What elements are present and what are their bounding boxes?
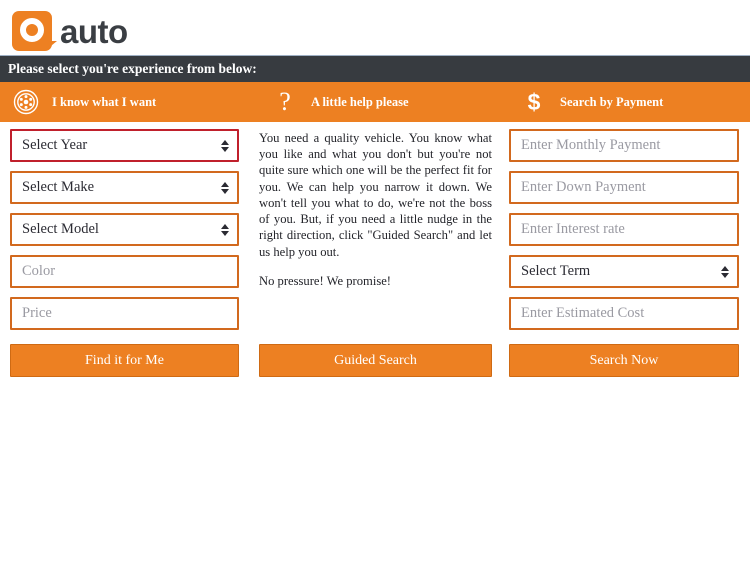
select-make[interactable]: Select Make [10,171,239,204]
nav-label-i-know-what-i-want: I know what I want [52,94,157,109]
find-it-for-me-button[interactable]: Find it for Me [10,344,239,377]
nav-label-search-by-payment: Search by Payment [560,94,664,109]
monthly-payment-placeholder: Enter Monthly Payment [521,137,661,153]
select-model[interactable]: Select Model [10,213,239,246]
price-input[interactable]: Price [10,297,239,330]
column-a-little-help-please: You need a quality vehicle. You know wha… [250,129,500,339]
guided-search-button[interactable]: Guided Search [259,344,492,377]
stepper-arrows-icon [221,139,229,152]
estimated-cost-placeholder: Enter Estimated Cost [521,305,645,321]
experience-nav-bar: I know what I want ? A little help pleas… [0,82,750,122]
select-make-value: Select Make [22,179,95,195]
logo-header: auto [0,0,750,55]
button-cell-middle: Guided Search [250,344,500,377]
search-now-button[interactable]: Search Now [509,344,739,377]
interest-rate-input[interactable]: Enter Interest rate [509,213,739,246]
column-i-know-what-i-want: Select Year Select Make Select Model Col… [0,129,250,339]
down-payment-input[interactable]: Enter Down Payment [509,171,739,204]
brand-wordmark: auto [60,12,128,50]
stepper-arrows-icon [721,265,729,278]
estimated-cost-input[interactable]: Enter Estimated Cost [509,297,739,330]
select-model-value: Select Model [22,221,99,237]
nav-item-i-know-what-i-want[interactable]: I know what I want [0,82,259,122]
select-term[interactable]: Select Term [509,255,739,288]
stepper-arrows-icon [221,181,229,194]
help-copy: You need a quality vehicle. You know wha… [259,129,492,289]
q-mark-icon [12,11,57,51]
action-button-row: Find it for Me Guided Search Search Now [0,339,750,377]
interest-rate-placeholder: Enter Interest rate [521,221,625,237]
brand-logo[interactable]: auto [12,11,128,51]
help-paragraph-2: No pressure! We promise! [259,273,392,288]
app-page: auto Please select you're experience fro… [0,0,750,563]
price-input-placeholder: Price [22,305,52,321]
nav-label-a-little-help-please: A little help please [311,94,409,109]
nav-item-search-by-payment[interactable]: $ Search by Payment [508,82,750,122]
help-paragraph-1: You need a quality vehicle. You know wha… [259,131,492,259]
select-year[interactable]: Select Year [10,129,239,162]
monthly-payment-input[interactable]: Enter Monthly Payment [509,129,739,162]
wheel-icon [0,89,52,115]
color-input[interactable]: Color [10,255,239,288]
instruction-bar: Please select you're experience from bel… [0,55,750,82]
down-payment-placeholder: Enter Down Payment [521,179,646,195]
select-term-value: Select Term [521,263,591,279]
color-input-placeholder: Color [22,263,56,279]
select-year-value: Select Year [22,137,88,153]
instruction-text: Please select you're experience from bel… [8,61,257,76]
search-columns: Select Year Select Make Select Model Col… [0,122,750,339]
column-search-by-payment: Enter Monthly Payment Enter Down Payment… [500,129,750,339]
question-mark-icon: ? [279,87,291,116]
stepper-arrows-icon [221,223,229,236]
nav-item-a-little-help-please[interactable]: ? A little help please [259,82,508,122]
button-cell-left: Find it for Me [0,344,250,377]
button-cell-right: Search Now [500,344,750,377]
dollar-sign-icon: $ [527,88,541,115]
